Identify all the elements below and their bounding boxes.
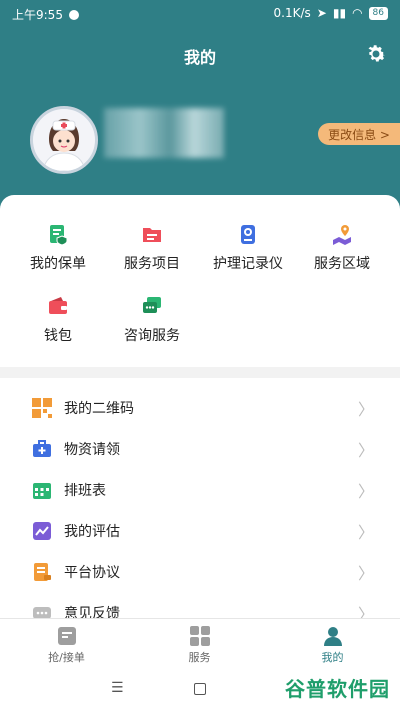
home-square-icon[interactable] <box>194 683 206 695</box>
watermark-logo: 谷普软件园 <box>285 677 390 701</box>
location-icon <box>333 225 351 245</box>
grid-label: 服务区域 <box>314 256 370 272</box>
chevron-right-icon: 〉 <box>357 605 374 618</box>
signal-icon: ▮▮ <box>332 6 347 20</box>
chevron-right-icon: 〉 <box>357 441 374 460</box>
profile-icon <box>323 627 342 646</box>
grid-item-service-items[interactable]: 服务项目 <box>102 223 202 273</box>
grid-item-consulting[interactable]: 咨询服务 <box>102 295 202 345</box>
menu-label: 物资请领 <box>64 442 120 458</box>
grid-label: 咨询服务 <box>124 328 180 344</box>
tab-label: 我的 <box>321 651 344 664</box>
grid-label: 钱包 <box>44 328 72 344</box>
menu-label: 排班表 <box>64 483 106 499</box>
agreement-icon <box>34 563 51 581</box>
avatar[interactable] <box>30 106 98 174</box>
tab-orders[interactable]: 抢/接单 <box>0 619 133 669</box>
chevron-right-icon: 〉 <box>357 523 374 542</box>
grid-label: 服务项目 <box>124 256 180 272</box>
orders-icon <box>57 627 76 645</box>
network-speed: 0.1K/s <box>273 6 311 20</box>
feature-grid-panel: 我的保单 服务项目 护理记录仪 服务区域 钱包 咨询服务 <box>0 195 400 367</box>
wifi-icon: ◠ <box>352 6 363 20</box>
chat-icon <box>143 297 161 313</box>
grid-label: 我的保单 <box>30 256 86 272</box>
wallet-icon <box>49 297 67 314</box>
menu-lines-icon[interactable]: ☰ <box>111 680 124 696</box>
nurse-avatar-icon <box>33 109 95 171</box>
feedback-icon <box>33 607 51 618</box>
tab-label: 抢/接单 <box>48 651 85 664</box>
shield-icon <box>68 9 79 20</box>
grid-item-policy[interactable]: 我的保单 <box>8 223 108 273</box>
edit-info-label: 更改信息 > <box>328 127 390 142</box>
gear-icon[interactable] <box>364 42 388 66</box>
chevron-right-icon: 〉 <box>357 400 374 419</box>
menu-item-qr-code[interactable]: 我的二维码 〉 <box>0 388 400 428</box>
menu-item-agreement[interactable]: 平台协议 〉 <box>0 552 400 592</box>
location-arrow-icon: ➤ <box>316 6 327 20</box>
tab-label: 服务 <box>188 651 211 664</box>
chevron-right-icon: 〉 <box>357 564 374 583</box>
menu-item-evaluation[interactable]: 我的评估 〉 <box>0 511 400 551</box>
blurred-username <box>104 108 224 158</box>
calendar-icon <box>33 483 51 499</box>
qr-code-icon <box>32 398 52 418</box>
menu-label: 我的二维码 <box>64 401 134 417</box>
medkit-icon <box>33 440 51 457</box>
grid-label: 护理记录仪 <box>213 256 283 272</box>
menu-label: 平台协议 <box>64 565 120 581</box>
edit-info-button[interactable]: 更改信息 > <box>318 123 400 145</box>
bottom-tab-bar: 抢/接单 服务 我的 <box>0 618 400 669</box>
policy-icon <box>50 225 68 245</box>
battery-icon: 86 <box>368 6 388 20</box>
status-bar: 上午9:55 0.1K/s ➤ ▮▮ ◠ 86 <box>0 0 400 26</box>
grid-item-wallet[interactable]: 钱包 <box>8 295 108 345</box>
services-icon <box>189 626 210 646</box>
tab-services[interactable]: 服务 <box>133 619 266 669</box>
menu-item-supply-request[interactable]: 物资请领 〉 <box>0 429 400 469</box>
settings-menu-list: 我的二维码 〉 物资请领 〉 排班表 〉 我的评估 〉 平台协议 〉 意见反馈 … <box>0 378 400 618</box>
menu-item-feedback[interactable]: 意见反馈 〉 <box>0 593 400 618</box>
chevron-right-icon: 〉 <box>357 482 374 501</box>
status-time: 上午9:55 <box>12 8 63 22</box>
grid-item-service-area[interactable]: 服务区域 <box>292 223 392 273</box>
recorder-icon <box>241 225 255 244</box>
menu-item-schedule[interactable]: 排班表 〉 <box>0 470 400 510</box>
evaluation-icon <box>33 522 51 540</box>
folder-icon <box>143 228 161 242</box>
page-title: 我的 <box>183 48 216 67</box>
grid-item-care-recorder[interactable]: 护理记录仪 <box>198 223 298 273</box>
menu-label: 意见反馈 <box>64 606 120 618</box>
tab-profile[interactable]: 我的 <box>266 619 399 669</box>
menu-label: 我的评估 <box>64 524 120 540</box>
